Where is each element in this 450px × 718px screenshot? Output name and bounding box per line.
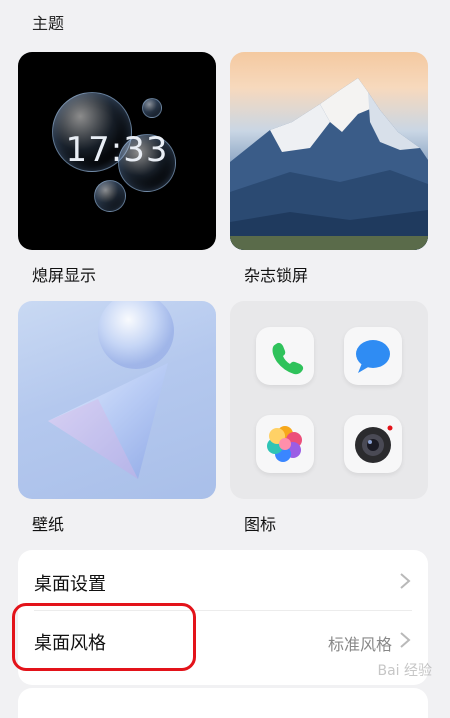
section-title: 主题 [32, 14, 65, 33]
aod-clock: 17:33 [65, 130, 169, 170]
desktop-style-value: 标准风格 [327, 635, 392, 654]
icons-label: 图标 [244, 515, 277, 534]
magazine-lock-tile[interactable] [230, 52, 428, 250]
top-card-edge [0, 0, 450, 44]
aod-tile[interactable]: 17:33 [18, 52, 216, 250]
watermark: Bai 经验 [377, 663, 432, 679]
bubble-decoration [142, 98, 162, 118]
wallpaper-image [48, 301, 174, 479]
chevron-right-icon [400, 573, 411, 589]
aod-label: 熄屏显示 [32, 266, 97, 285]
camera-icon [344, 415, 402, 473]
desktop-settings-row[interactable]: 桌面设置 [18, 552, 428, 611]
mountain-image [230, 78, 428, 250]
highlight-box [12, 603, 196, 671]
wallpaper-tile[interactable] [18, 301, 216, 499]
phone-icon [256, 327, 314, 385]
wallpaper-label: 壁纸 [32, 515, 65, 534]
magazine-lock-label: 杂志锁屏 [244, 266, 309, 285]
desktop-settings-label: 桌面设置 [34, 574, 106, 595]
messages-icon [344, 327, 402, 385]
bubble-decoration [94, 180, 126, 212]
gallery-icon [256, 415, 314, 473]
icons-tile[interactable] [230, 301, 428, 499]
chevron-right-icon [400, 632, 411, 648]
bottom-card [18, 688, 428, 718]
